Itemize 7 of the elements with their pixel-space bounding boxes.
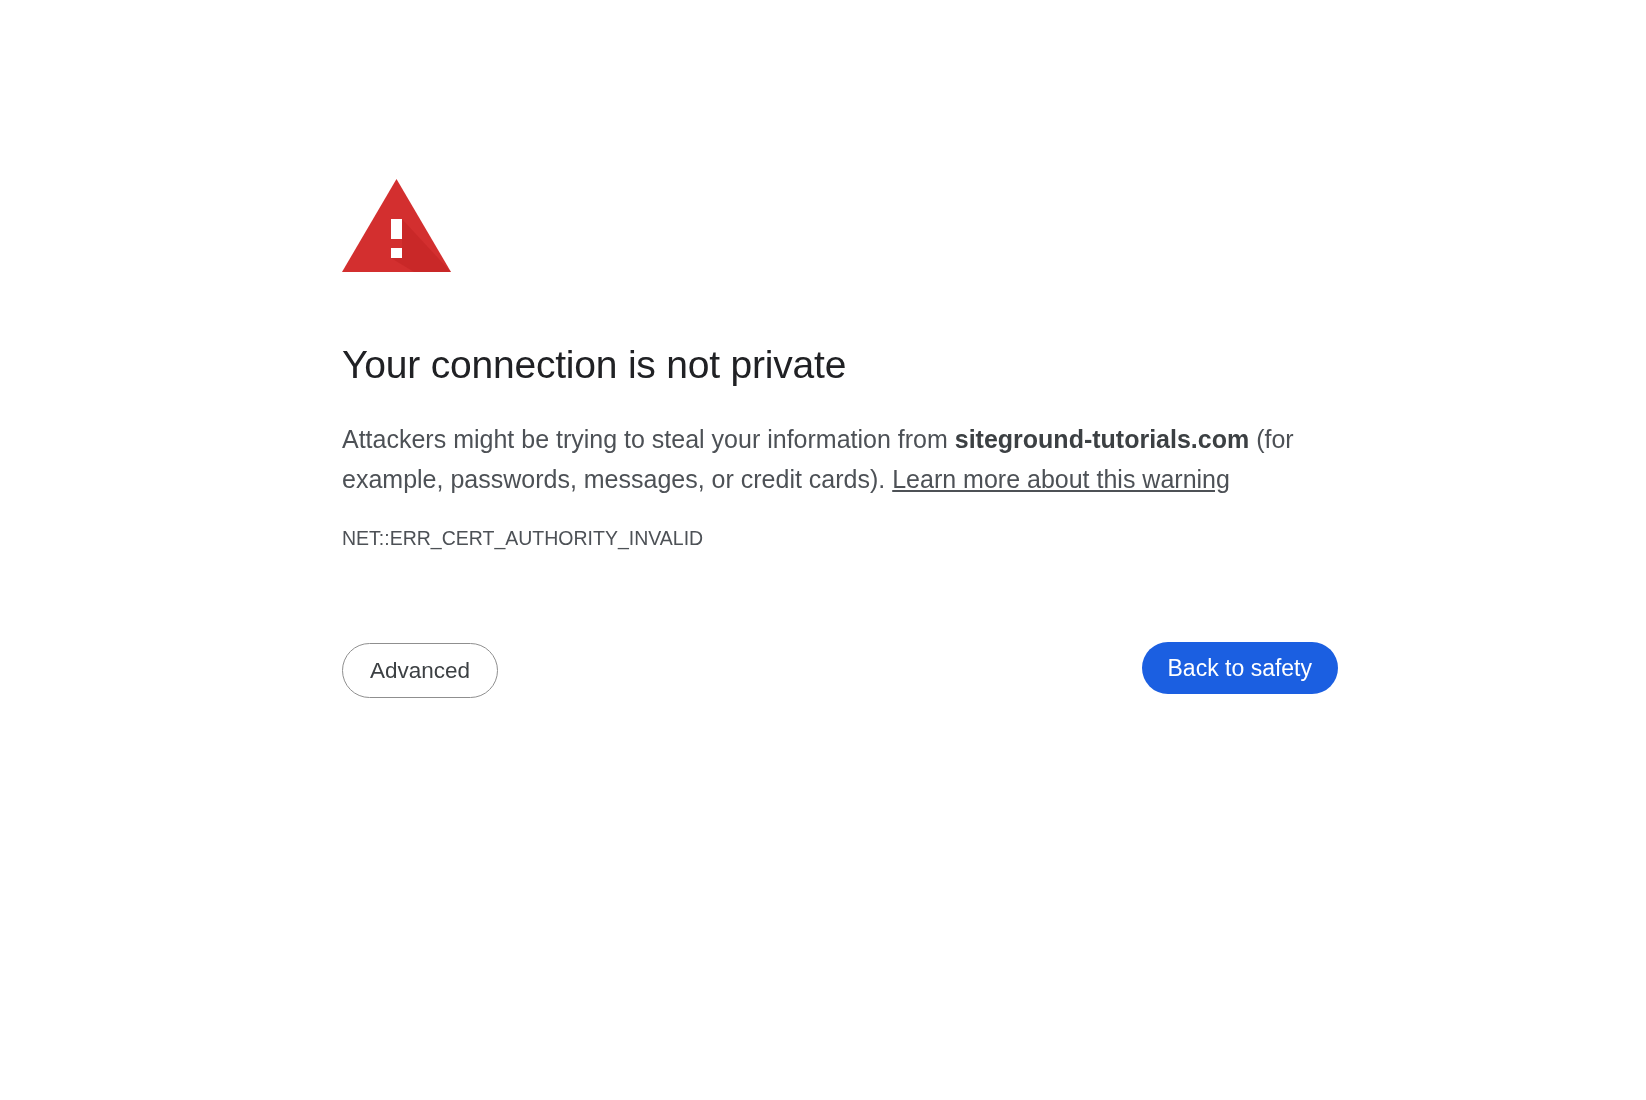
- learn-more-link[interactable]: Learn more about this warning: [892, 465, 1230, 493]
- warning-icon: [342, 179, 451, 272]
- page-title: Your connection is not private: [342, 342, 848, 388]
- warning-message: Attackers might be trying to steal your information from siteground-tutorials.com (for example, passwords, messages, or credit cards). Learn more about this warning: [342, 424, 1295, 495]
- advanced-button[interactable]: Advanced: [342, 643, 499, 698]
- back-to-safety-button[interactable]: Back to safety: [1141, 642, 1338, 694]
- error-code: NET::ERR_CERT_AUTHORITY_INVALID: [342, 526, 704, 550]
